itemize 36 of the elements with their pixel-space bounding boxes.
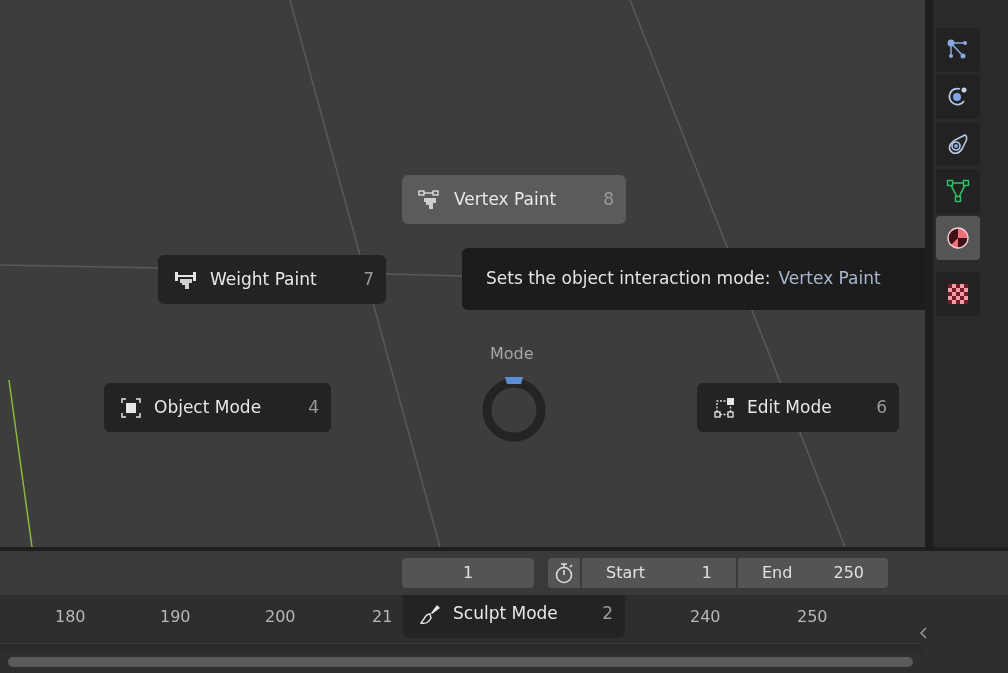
properties-tab[interactable] xyxy=(936,272,980,316)
start-frame-field[interactable]: Start 1 xyxy=(582,558,736,588)
pie-menu-item[interactable]: Vertex Paint 8 xyxy=(402,175,626,224)
properties-tab[interactable] xyxy=(936,169,980,213)
properties-tab[interactable] xyxy=(936,75,980,119)
brush-icon xyxy=(419,602,441,625)
frame-number: 250 xyxy=(797,606,828,628)
properties-tab[interactable] xyxy=(936,28,980,72)
edit-mode-icon xyxy=(713,396,735,419)
vertex-paint-icon xyxy=(418,189,442,210)
weight-paint-icon xyxy=(174,269,198,290)
checker-icon xyxy=(948,284,968,304)
end-frame-field[interactable]: End 250 xyxy=(738,558,888,588)
pie-menu-item[interactable]: Edit Mode 6 xyxy=(697,383,899,432)
stopwatch-icon xyxy=(554,562,574,584)
object-mode-icon xyxy=(120,396,142,419)
current-frame-field[interactable]: 1 xyxy=(402,558,534,588)
properties-tab[interactable] xyxy=(936,216,980,260)
frame-number: 180 xyxy=(55,606,86,628)
frame-number: 200 xyxy=(265,606,296,628)
stopwatch-button[interactable] xyxy=(548,558,580,588)
tooltip-value: Vertex Paint xyxy=(778,267,881,291)
pie-menu-item[interactable]: Weight Paint 7 xyxy=(158,255,386,304)
frame-number: 190 xyxy=(160,606,191,628)
pie-menu-title: Mode xyxy=(490,343,534,365)
chevron-left-icon[interactable] xyxy=(920,627,927,639)
scrollbar[interactable] xyxy=(8,657,913,667)
frame-number: 21 xyxy=(372,606,393,628)
pie-menu-item[interactable]: Sculpt Mode 2 xyxy=(403,595,625,638)
frame-number: 240 xyxy=(690,606,721,628)
pie-menu-item[interactable]: Object Mode 4 xyxy=(104,383,331,432)
material-sphere-icon xyxy=(946,226,970,250)
constraint-icon xyxy=(946,132,970,156)
triangle-mesh-icon xyxy=(946,179,970,203)
properties-tab[interactable] xyxy=(936,122,980,166)
tooltip-text: Sets the object interaction mode: xyxy=(486,267,771,291)
